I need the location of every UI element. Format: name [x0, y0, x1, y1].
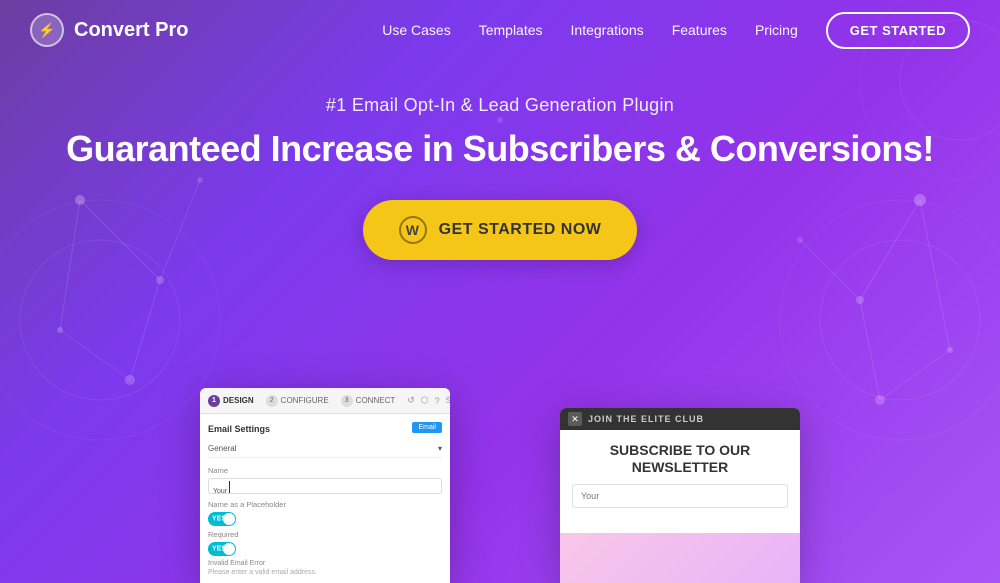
nav-integrations[interactable]: Integrations — [571, 22, 644, 38]
popup-preview: ✕ JOIN THE ELITE CLUB SUBSCRIBE TO OUR N… — [560, 408, 800, 583]
popup-topbar: ✕ JOIN THE ELITE CLUB — [560, 408, 800, 430]
popup-title: JOIN THE ELITE CLUB — [588, 414, 704, 424]
save-button[interactable]: SAVE — [446, 396, 450, 405]
settings-panel-title: Email Settings — [208, 424, 270, 434]
nav-use-cases[interactable]: Use Cases — [382, 22, 450, 38]
popup-close-button[interactable]: ✕ — [568, 412, 582, 426]
required-toggle[interactable]: YES — [208, 542, 236, 556]
logo[interactable]: ⚡ Convert Pro — [30, 13, 188, 47]
settings-panel: 1 DESIGN 2 CONFIGURE 3 CONNECT ↺ ⬡ ? SAV… — [200, 388, 450, 583]
hero-cta-button[interactable]: W GET STARTED NOW — [363, 200, 638, 260]
hero-title: Guaranteed Increase in Subscribers & Con… — [0, 128, 1000, 170]
required-toggle-row: YES — [208, 542, 442, 556]
help-icon: ? — [435, 396, 440, 406]
name-input-row: Your — [208, 478, 442, 494]
popup-body: SUBSCRIBE TO OUR NEWSLETTER — [560, 430, 800, 528]
popup-bg-accent — [560, 533, 800, 583]
tab-connect[interactable]: 3 CONNECT — [341, 395, 396, 407]
share-icon: ⬡ — [421, 395, 429, 406]
name-select[interactable]: Your — [208, 478, 442, 494]
logo-text: Convert Pro — [74, 19, 188, 42]
topbar-right: ↺ ⬡ ? SAVE MAKE PUBLIC — [407, 394, 450, 408]
placeholder-toggle[interactable]: YES — [208, 512, 236, 526]
header: ⚡ Convert Pro Use Cases Templates Integr… — [0, 0, 1000, 60]
refresh-icon: ↺ — [407, 395, 415, 406]
hero-cta-label: GET STARTED NOW — [439, 221, 602, 239]
nav-templates[interactable]: Templates — [479, 22, 543, 38]
error-label: Invalid Email Error — [208, 560, 442, 567]
logo-icon: ⚡ — [30, 13, 64, 47]
main-nav: Use Cases Templates Integrations Feature… — [382, 12, 970, 49]
tab-design[interactable]: 1 DESIGN — [208, 395, 254, 407]
cursor — [229, 481, 230, 493]
nav-pricing[interactable]: Pricing — [755, 22, 798, 38]
required-label: Required — [208, 530, 442, 539]
placeholder-label: Name as a Placeholder — [208, 500, 442, 509]
header-get-started-button[interactable]: GET STARTED — [826, 12, 970, 49]
settings-content: Email Settings Email General ▾ Name Your… — [200, 414, 450, 583]
general-section: General ▾ — [208, 444, 442, 458]
mockup-area: 1 DESIGN 2 CONFIGURE 3 CONNECT ↺ ⬡ ? SAV… — [200, 383, 800, 583]
popup-heading: SUBSCRIBE TO OUR NEWSLETTER — [572, 442, 788, 476]
wordpress-icon: W — [399, 216, 427, 244]
popup-email-input[interactable] — [572, 484, 788, 508]
email-badge: Email — [412, 422, 442, 433]
tab-configure[interactable]: 2 CONFIGURE — [266, 395, 329, 407]
nav-features[interactable]: Features — [672, 22, 727, 38]
hero-content: #1 Email Opt-In & Lead Generation Plugin… — [0, 95, 1000, 260]
hero-subtitle: #1 Email Opt-In & Lead Generation Plugin — [0, 95, 1000, 116]
editor-topbar: 1 DESIGN 2 CONFIGURE 3 CONNECT ↺ ⬡ ? SAV… — [200, 388, 450, 414]
name-label: Name — [208, 466, 442, 475]
error-text: Please enter a valid email address. — [208, 569, 442, 576]
placeholder-toggle-row: YES — [208, 512, 442, 526]
